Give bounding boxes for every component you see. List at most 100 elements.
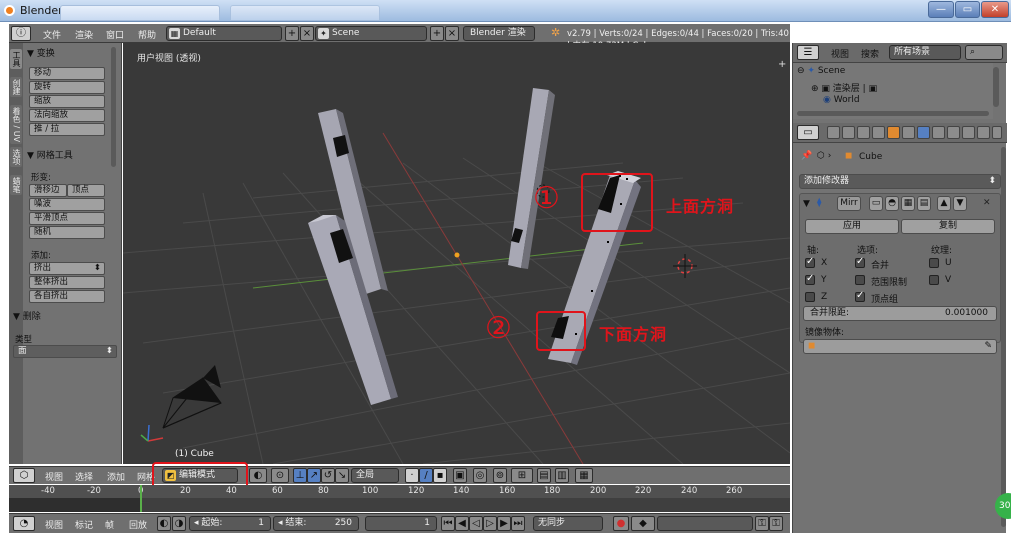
pin-icon[interactable]: 📌 bbox=[801, 151, 812, 161]
opengl-render-icon[interactable]: ▤ bbox=[537, 468, 551, 483]
scale-manipulator-icon[interactable]: ↘ bbox=[335, 468, 349, 483]
vertex-select-icon[interactable]: · bbox=[405, 468, 419, 483]
tab-options[interactable]: 选项 bbox=[10, 147, 22, 167]
proportional-edit-icon[interactable]: ◎ bbox=[473, 468, 487, 483]
occlude-geometry-icon[interactable]: ▣ bbox=[453, 468, 467, 483]
transform-orientation-select[interactable]: 全局 bbox=[351, 468, 399, 483]
tab-grease-pencil[interactable]: 蜡笔 bbox=[10, 175, 22, 195]
shrink-fatten-button[interactable]: 法向缩放 bbox=[29, 109, 105, 122]
timeline-menu-view[interactable]: 视图 bbox=[45, 518, 63, 531]
timeline-menu-playback[interactable]: 回放 bbox=[129, 518, 147, 531]
end-frame-field[interactable]: ◂ 结束: 250 bbox=[273, 516, 359, 531]
move-up-icon[interactable]: ▲ bbox=[937, 196, 951, 211]
minimize-button[interactable]: — bbox=[928, 1, 954, 18]
randomize-button[interactable]: 随机 bbox=[29, 226, 105, 239]
outliner-row-renderlayers[interactable]: ⊕ ▣ 渲染层 | ▣ bbox=[811, 81, 877, 94]
scene-select[interactable]: ✦ Scene bbox=[315, 26, 427, 41]
vertex-slide-button[interactable]: 顶点 bbox=[67, 184, 105, 197]
translate-manipulator-icon[interactable]: ↗ bbox=[307, 468, 321, 483]
sync-mode-select[interactable]: 无同步 bbox=[533, 516, 603, 531]
menu-window[interactable]: 窗口 bbox=[106, 28, 124, 41]
delete-panel-title[interactable]: ▼ 删除 bbox=[13, 309, 41, 322]
menu-select[interactable]: 选择 bbox=[75, 470, 93, 483]
particles-tab-icon[interactable] bbox=[977, 126, 990, 139]
push-pull-button[interactable]: 推 / 拉 bbox=[29, 123, 105, 136]
timeline-editor-type-icon[interactable]: ◔ bbox=[13, 516, 35, 531]
show-render-icon[interactable]: ▭ bbox=[869, 196, 883, 211]
jump-end-icon[interactable]: ⏭ bbox=[511, 516, 525, 531]
menu-help[interactable]: 帮助 bbox=[138, 28, 156, 41]
smooth-vertex-button[interactable]: 平滑顶点 bbox=[29, 212, 105, 225]
viewport-expand-icon[interactable]: + bbox=[778, 59, 786, 70]
mesh-tools-panel-title[interactable]: ▼ 网格工具 bbox=[27, 148, 73, 161]
keying-set-select[interactable] bbox=[657, 516, 753, 531]
tool-shelf-scrollbar[interactable] bbox=[111, 47, 116, 167]
timeline-menu-frame[interactable]: 帧 bbox=[105, 518, 114, 531]
material-tab-icon[interactable] bbox=[947, 126, 960, 139]
menu-file[interactable]: 文件 bbox=[43, 28, 61, 41]
tab-tools[interactable]: 工具 bbox=[10, 49, 22, 69]
delete-type-select[interactable]: 面 ⬍ bbox=[13, 345, 117, 358]
next-keyframe-icon[interactable]: ▶ bbox=[497, 516, 511, 531]
outliner-menu-search[interactable]: 搜索 bbox=[861, 47, 879, 60]
move-down-icon[interactable]: ▼ bbox=[953, 196, 967, 211]
preview-range-toggle-icon[interactable]: ◑ bbox=[172, 516, 186, 531]
merge-limit-field[interactable]: 合并限距: 0.001000 bbox=[803, 306, 997, 321]
render-engine-select[interactable]: Blender 渲染 bbox=[463, 26, 535, 41]
remove-modifier-icon[interactable]: ✕ bbox=[983, 198, 991, 208]
maximize-button[interactable]: ▭ bbox=[955, 1, 980, 18]
keying-set-icon[interactable]: ◆ bbox=[631, 516, 655, 531]
noise-button[interactable]: 噪波 bbox=[29, 198, 105, 211]
snap-element-select[interactable]: ⊞ bbox=[511, 468, 533, 483]
extrude-region-button[interactable]: 整体挤出 bbox=[29, 276, 105, 289]
outliner-vscrollbar[interactable] bbox=[993, 67, 999, 107]
outliner-hscrollbar[interactable] bbox=[797, 111, 989, 116]
preview-range-icon[interactable]: ◐ bbox=[157, 516, 171, 531]
menu-render[interactable]: 渲染 bbox=[75, 28, 93, 41]
pivot-point-select[interactable]: ⊙ bbox=[271, 468, 289, 483]
data-tab-icon[interactable] bbox=[932, 126, 945, 139]
clipping-checkbox[interactable] bbox=[855, 275, 865, 285]
constraints-tab-icon[interactable] bbox=[902, 126, 915, 139]
outliner-row-world[interactable]: ◉ World bbox=[823, 95, 860, 105]
close-button[interactable]: ✕ bbox=[981, 1, 1009, 18]
axis-x-checkbox[interactable] bbox=[805, 256, 815, 268]
modifiers-tab-icon[interactable] bbox=[917, 126, 930, 139]
play-reverse-icon[interactable]: ◁ bbox=[469, 516, 483, 531]
slide-edge-button[interactable]: 滑移边 bbox=[29, 184, 67, 197]
tab-shading-uv[interactable]: 着色 / UV bbox=[10, 105, 22, 145]
outliner-row-scene[interactable]: ⊖ ✦ Scene bbox=[797, 66, 845, 76]
show-editmode-icon[interactable]: ▦ bbox=[901, 196, 915, 211]
copy-button[interactable]: 复制 bbox=[901, 219, 995, 234]
current-frame-field[interactable]: 1 bbox=[365, 516, 437, 531]
tab-create[interactable]: 创建 bbox=[10, 77, 22, 97]
prev-keyframe-icon[interactable]: ◀ bbox=[455, 516, 469, 531]
start-frame-field[interactable]: ◂ 起始: 1 bbox=[189, 516, 271, 531]
add-modifier-select[interactable]: 添加修改器 ⬍ bbox=[799, 174, 1001, 189]
timeline[interactable]: -40 -20 0 20 40 60 80 100 120 140 160 18… bbox=[9, 485, 790, 512]
insert-keyframe-icon[interactable]: ⚿ bbox=[755, 516, 769, 531]
properties-editor-type-icon[interactable]: ▭ bbox=[797, 125, 819, 140]
snap-toggle-icon[interactable]: ⊚ bbox=[493, 468, 507, 483]
eyedropper-icon[interactable]: ✎ bbox=[984, 340, 992, 353]
add-layout-button[interactable]: + bbox=[285, 26, 299, 41]
merge-checkbox[interactable] bbox=[855, 256, 865, 268]
editor-type-icon[interactable]: ⓘ bbox=[11, 26, 31, 41]
layout-select[interactable]: ▦ Default bbox=[166, 26, 282, 41]
3d-viewport[interactable]: 用户视图 (透视) + (1) Cube ① 上面方洞 ② 下面方洞 bbox=[123, 43, 790, 464]
outliner-menu-view[interactable]: 视图 bbox=[831, 47, 849, 60]
manipulator-toggle-icon[interactable]: ⊥ bbox=[293, 468, 307, 483]
current-frame-marker[interactable] bbox=[140, 485, 142, 512]
properties-scrollbar[interactable] bbox=[1001, 147, 1006, 527]
move-button[interactable]: 移动 bbox=[29, 67, 105, 80]
mirror-object-field[interactable]: ◼ ✎ bbox=[803, 339, 997, 354]
object-tab-icon[interactable] bbox=[887, 126, 900, 139]
shading-select[interactable]: ◐ bbox=[249, 468, 267, 483]
texture-v-checkbox[interactable] bbox=[929, 275, 939, 285]
extrude-button[interactable]: 挤出 ⬍ bbox=[29, 262, 105, 275]
rotate-button[interactable]: 旋转 bbox=[29, 81, 105, 94]
edge-select-icon[interactable]: / bbox=[419, 468, 433, 483]
jump-start-icon[interactable]: ⏮ bbox=[441, 516, 455, 531]
render-animation-icon[interactable]: ▥ bbox=[555, 468, 569, 483]
add-scene-button[interactable]: + bbox=[430, 26, 444, 41]
